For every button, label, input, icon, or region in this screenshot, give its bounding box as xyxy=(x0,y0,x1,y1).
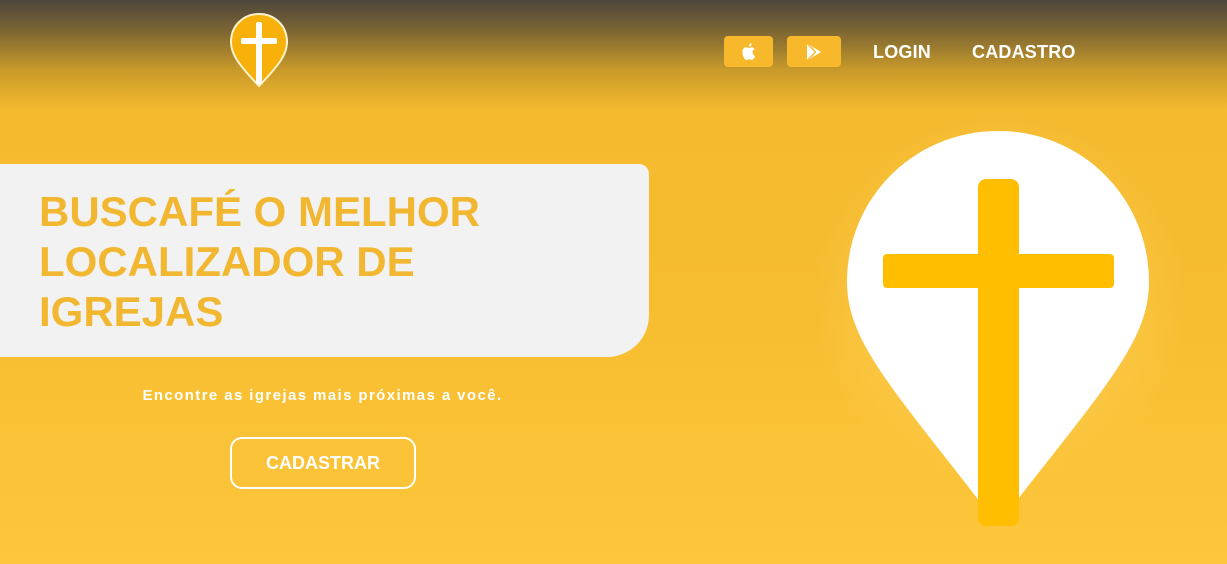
church-location-pin-icon xyxy=(847,131,1149,526)
google-play-button[interactable] xyxy=(787,36,841,67)
login-link[interactable]: LOGIN xyxy=(873,42,931,63)
play-store-icon xyxy=(806,42,821,61)
main-nav: LOGIN CADASTRO xyxy=(0,36,1227,68)
cadastrar-button[interactable]: CADASTRAR xyxy=(230,437,416,489)
cadastro-link[interactable]: CADASTRO xyxy=(972,42,1076,63)
apple-icon xyxy=(741,43,755,60)
app-store-button[interactable] xyxy=(724,36,773,67)
hero-title-box: BUSCAFÉ O MELHOR LOCALIZADOR DE IGREJAS xyxy=(0,164,649,357)
hero-subtitle: Encontre as igrejas mais próximas a você… xyxy=(142,387,503,404)
hero-title: BUSCAFÉ O MELHOR LOCALIZADOR DE IGREJAS xyxy=(39,188,480,335)
